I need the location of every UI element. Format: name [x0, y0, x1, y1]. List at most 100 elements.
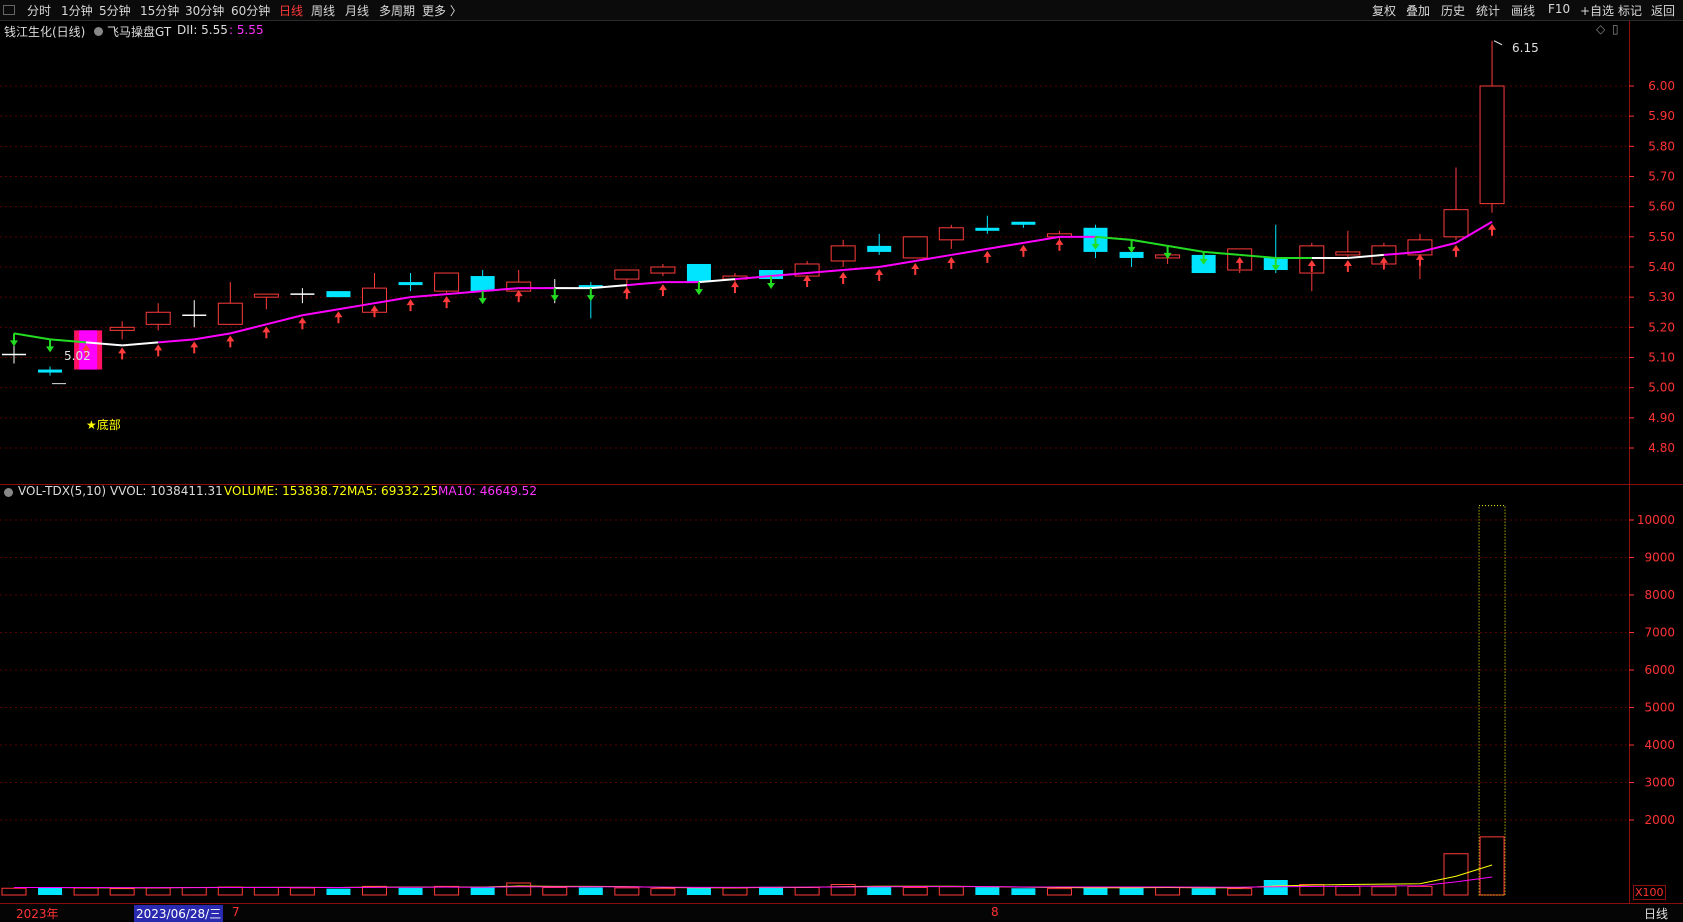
buy-arrow-head [731, 281, 739, 288]
price-axis-label: 5.40 [1648, 260, 1675, 274]
ma-line-segment [230, 323, 267, 335]
volume-axis-label: 4000 [1644, 738, 1675, 752]
volume-bar [1335, 885, 1361, 896]
volume-bar [470, 887, 495, 895]
volume-bar [578, 887, 603, 895]
ma-line-segment [122, 341, 159, 347]
bottom-signal-label: ★底部 [86, 418, 121, 432]
buy-arrow-head [334, 311, 343, 318]
buy-arrow-head [190, 341, 199, 348]
candle-body [217, 302, 243, 325]
period-indicator-label[interactable]: 日线 [1644, 905, 1668, 922]
price-axis-label: 4.80 [1648, 441, 1675, 455]
volume-bar [1371, 886, 1397, 896]
low-price-label: 5.02 [64, 349, 91, 363]
candle-body [902, 236, 928, 259]
sell-arrow-head [586, 295, 595, 302]
price-axis-label: 6.00 [1648, 79, 1675, 93]
candle-body [686, 263, 711, 283]
price-axis-label: 5.20 [1648, 320, 1675, 334]
cursor-date-label: 2023/06/28/三 [134, 905, 224, 922]
volume-bar [722, 887, 748, 896]
volume-bar [1046, 888, 1072, 896]
kline-chart[interactable]: 6.00 5.90 5.80 5.70 5.60 5.50 5.40 5.30 5.20 5.10… [0, 0, 1683, 920]
sell-arrow-head [478, 298, 487, 305]
volume-bar [1083, 887, 1108, 895]
candle-body [434, 272, 460, 292]
volume-bar [614, 887, 640, 896]
buy-arrow-head [262, 326, 271, 333]
price-axis-label: 5.70 [1648, 170, 1675, 184]
candle-body [938, 227, 964, 241]
candle-body [614, 269, 640, 280]
buy-arrow-head [406, 299, 415, 306]
volume-bar [1479, 836, 1505, 896]
buy-arrow-head [658, 284, 667, 291]
candle-body [326, 291, 351, 298]
volume-bar [181, 887, 207, 896]
ma-line-segment [13, 332, 51, 341]
volume-bar [1227, 888, 1253, 896]
high-marker-line [1493, 40, 1503, 46]
volume-bar [1191, 888, 1216, 895]
ma-line-segment [1023, 235, 1060, 244]
buy-arrow-head [154, 344, 163, 351]
volume-bar [1011, 888, 1036, 895]
volume-bar [253, 887, 279, 896]
buy-arrow-head [911, 262, 920, 269]
volume-bar [975, 887, 1000, 895]
buy-arrow-head [442, 296, 451, 303]
volume-axis-label: 10000 [1637, 513, 1675, 527]
volume-bar [794, 887, 820, 896]
volume-bar [1407, 885, 1433, 896]
sell-arrow-head [550, 295, 559, 302]
volume-axis-label: 3000 [1644, 776, 1675, 790]
volume-axis-label: 8000 [1644, 588, 1675, 602]
buy-arrow-head [947, 256, 956, 263]
volume-bar [938, 886, 964, 896]
buy-arrow-head [622, 287, 631, 294]
price-axis-label: 5.10 [1648, 351, 1675, 365]
ma-line-segment [194, 332, 231, 341]
volume-axis-label: 2000 [1644, 813, 1675, 827]
price-axis-label: 5.90 [1648, 109, 1675, 123]
volume-unit-label: X100 [1633, 885, 1666, 900]
volume-bar [145, 887, 171, 896]
volume-bar [867, 886, 892, 895]
price-axis-label: 5.60 [1648, 200, 1675, 214]
volume-bar [1263, 880, 1288, 895]
candle-body [1335, 251, 1361, 256]
candle-body [830, 245, 856, 262]
sell-arrow-head [10, 340, 18, 347]
buy-arrow-head [1488, 223, 1497, 230]
buy-arrow-head [1055, 238, 1064, 245]
buy-arrow-head [1343, 259, 1352, 266]
price-axis-label: 4.90 [1648, 411, 1675, 425]
ma-line-segment [158, 338, 195, 344]
ma-line-segment [626, 281, 663, 287]
volume-bar [650, 888, 676, 896]
buy-arrow-head [118, 347, 127, 354]
date-axis-bar: 2023年 2023/06/28/三 7 8 日线 [0, 903, 1683, 922]
volume-bar [902, 887, 928, 896]
buy-arrow-head [298, 317, 307, 324]
candle-body [470, 276, 495, 292]
volume-bar [73, 887, 99, 896]
ma-line-segment [1131, 238, 1168, 247]
candle-body [38, 369, 63, 373]
volume-bar [434, 885, 460, 896]
volume-bar [217, 886, 243, 896]
ma-line-segment [266, 314, 303, 326]
volume-bar [1443, 853, 1469, 896]
volume-axis-label: 9000 [1644, 551, 1675, 565]
buy-arrow-head [875, 269, 884, 275]
ma-line-segment [951, 247, 988, 256]
volume-bar [398, 887, 423, 895]
buy-arrow-head [839, 272, 848, 279]
price-axis-label: 5.30 [1648, 290, 1675, 304]
volume-bar [289, 887, 315, 896]
volume-bar [109, 888, 135, 896]
ma-line-segment [987, 241, 1024, 250]
candle-body [1479, 85, 1505, 205]
volume-bar [542, 887, 568, 896]
